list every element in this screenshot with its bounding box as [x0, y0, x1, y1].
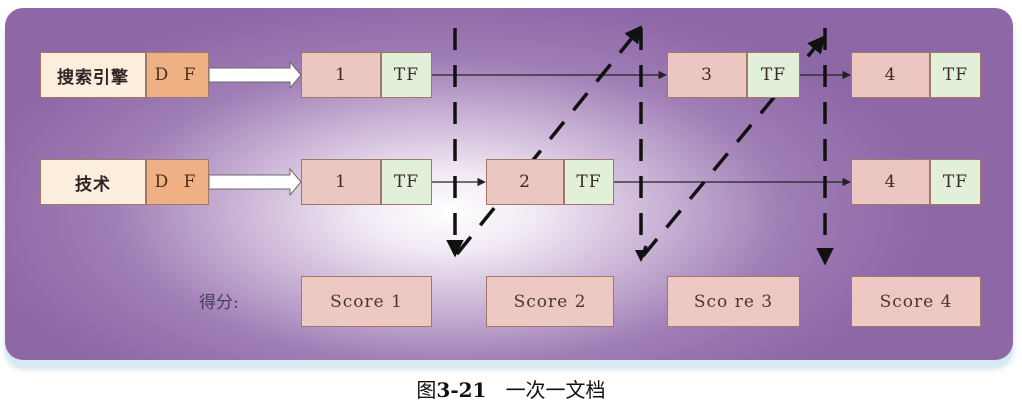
- tf-box-row2-1: TF: [381, 159, 432, 205]
- figure-caption: 图3-21 一次一文档: [0, 374, 1022, 403]
- doc-box-row1-1: 1: [301, 52, 381, 98]
- tf-box-row2-4: TF: [930, 159, 981, 205]
- caption-prefix: 图: [416, 378, 437, 402]
- tf-box-row1-4: TF: [930, 52, 981, 98]
- score-box-3: Sco re 3: [667, 276, 800, 327]
- score-box-2: Score 2: [486, 276, 614, 327]
- caption-number: 3-21: [436, 378, 487, 402]
- tf-box-row1-1: TF: [381, 52, 432, 98]
- doc-box-row2-2: 2: [486, 159, 564, 205]
- doc-box-row1-3: 3: [667, 52, 747, 98]
- traverse-diag-1: [455, 25, 643, 256]
- score-label: 得分:: [199, 293, 239, 313]
- score-box-1: Score 1: [301, 276, 432, 327]
- term-box-row2: 技术: [40, 159, 146, 205]
- df-arrow-row2: [208, 167, 302, 197]
- df-box-row1: D F: [146, 52, 209, 98]
- doc-box-row2-1: 1: [301, 159, 381, 205]
- term-box-row1: 搜索引擎: [40, 52, 146, 98]
- doc-box-row1-4: 4: [851, 52, 930, 98]
- df-arrow-row1: [208, 60, 302, 90]
- tf-box-row1-3: TF: [747, 52, 800, 98]
- score-box-4: Score 4: [851, 276, 981, 327]
- df-box-row2: D F: [146, 159, 209, 205]
- caption-text: 一次一文档: [505, 378, 606, 402]
- doc-box-row2-4: 4: [851, 159, 930, 205]
- tf-box-row2-2: TF: [564, 159, 614, 205]
